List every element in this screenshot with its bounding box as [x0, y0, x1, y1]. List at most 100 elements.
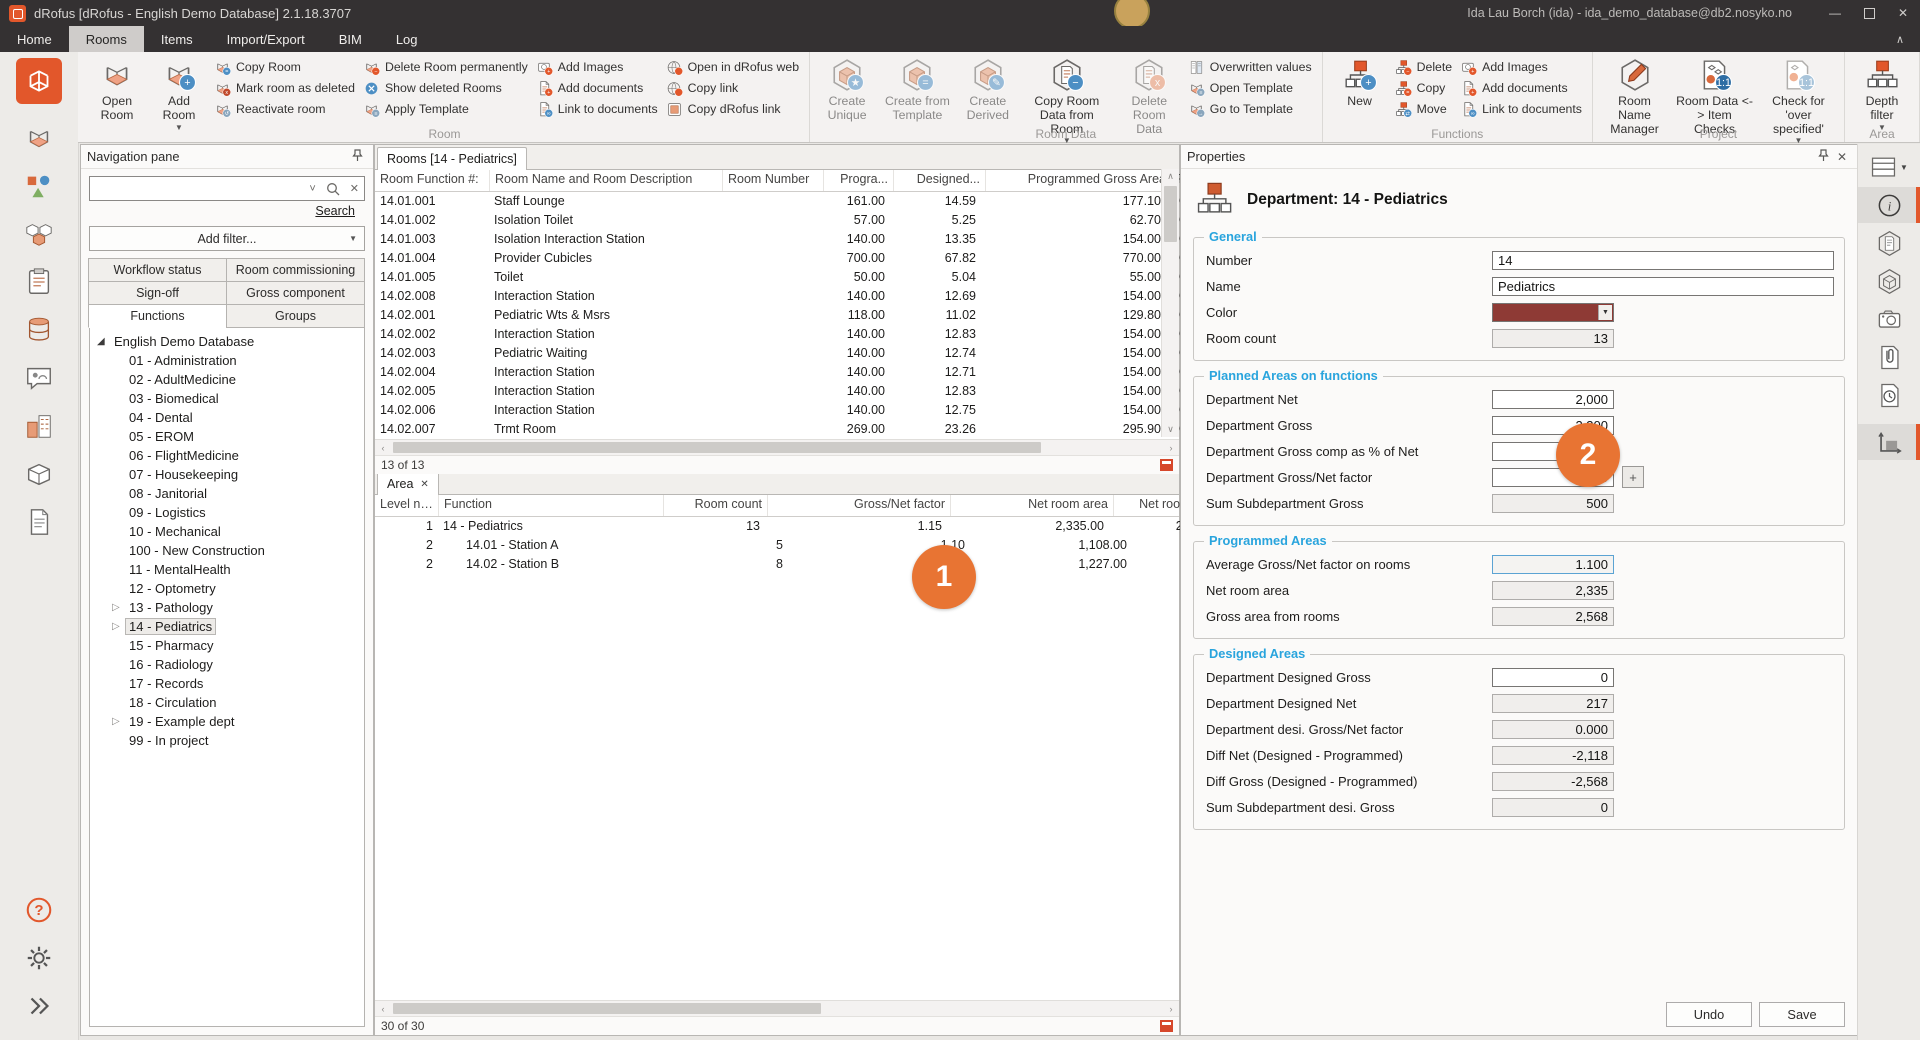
- create-unique-button[interactable]: ★Create Unique: [817, 55, 877, 126]
- table-row[interactable]: 14.02.002Interaction Station140.0012.831…: [375, 325, 1179, 344]
- panel-icon-info[interactable]: i: [1858, 187, 1920, 223]
- menu-tab-bim[interactable]: BIM: [322, 26, 379, 52]
- filter-tab-groups[interactable]: Groups: [226, 304, 365, 328]
- search-icon[interactable]: [321, 182, 345, 196]
- scroll-right-icon[interactable]: ›: [1163, 443, 1179, 453]
- add-filter-button[interactable]: Add filter...▼: [89, 226, 365, 251]
- module-chat[interactable]: [19, 358, 59, 398]
- module-database[interactable]: [19, 310, 59, 350]
- table-row[interactable]: 214.02 - Station B81.101,227.00110.83: [375, 555, 1179, 574]
- mark-room-as-deleted-button[interactable]: xMark room as deleted: [214, 79, 355, 97]
- filter-tab-functions[interactable]: Functions: [88, 304, 227, 328]
- table-row[interactable]: 14.01.004Provider Cubicles700.0067.82770…: [375, 249, 1179, 268]
- color-picker[interactable]: ▼: [1492, 303, 1614, 322]
- tree-item-01-administration[interactable]: 01 - Administration: [90, 351, 364, 370]
- tree-root[interactable]: ◢English Demo Database: [90, 332, 364, 351]
- tree-item-03-biomedical[interactable]: 03 - Biomedical: [90, 389, 364, 408]
- department-net-field[interactable]: 2,000: [1492, 390, 1614, 409]
- expand-factor-button[interactable]: +: [1622, 466, 1644, 488]
- clear-search-icon[interactable]: ✕: [345, 182, 364, 195]
- depth-filter-button[interactable]: Depth filter▼: [1852, 55, 1912, 135]
- tree-item-16-radiology[interactable]: 16 - Radiology: [90, 655, 364, 674]
- table-row[interactable]: 14.01.003Isolation Interaction Station14…: [375, 230, 1179, 249]
- module-models[interactable]: [19, 214, 59, 254]
- panel-icon-log[interactable]: [1858, 377, 1920, 413]
- scroll-right-icon[interactable]: ›: [1163, 1004, 1179, 1014]
- scroll-up-icon[interactable]: ∧: [1162, 169, 1179, 184]
- name-field[interactable]: Pediatrics: [1492, 277, 1834, 296]
- module-items[interactable]: [19, 166, 59, 206]
- tree-item-12-optometry[interactable]: 12 - Optometry: [90, 579, 364, 598]
- expand-icon[interactable]: ▷: [112, 617, 120, 636]
- tree-item-14-pediatrics[interactable]: ▷14 - Pediatrics: [90, 617, 364, 636]
- column-header[interactable]: Progra...: [824, 170, 894, 191]
- minimize-button[interactable]: —: [1818, 0, 1852, 26]
- panel-icon-images[interactable]: [1858, 301, 1920, 337]
- rooms-hscrollbar[interactable]: ‹ ›: [375, 439, 1179, 455]
- help-button[interactable]: ?: [19, 890, 59, 930]
- reactivate-room-button[interactable]: ↺Reactivate room: [214, 100, 355, 118]
- settings-button[interactable]: [19, 938, 59, 978]
- close-tab-icon[interactable]: ✕: [420, 479, 428, 490]
- save-button[interactable]: Save: [1759, 1002, 1845, 1027]
- table-row[interactable]: 14.02.008Interaction Station140.0012.691…: [375, 287, 1179, 306]
- module-rooms[interactable]: [19, 118, 59, 158]
- filter-tab-workflow-status[interactable]: Workflow status: [88, 258, 227, 282]
- panel-icon-attachments[interactable]: [1858, 339, 1920, 375]
- menu-tab-items[interactable]: Items: [144, 26, 210, 52]
- copy-room-button[interactable]: =Copy Room: [214, 58, 355, 76]
- tree-item-15-pharmacy[interactable]: 15 - Pharmacy: [90, 636, 364, 655]
- area-summary-icon[interactable]: [1160, 1020, 1173, 1032]
- delete-room-permanently-button[interactable]: −Delete Room permanently: [363, 58, 528, 76]
- collapse-icon[interactable]: ◢: [97, 332, 105, 351]
- column-header[interactable]: Room Name and Room Description: [490, 170, 723, 191]
- tab-rooms[interactable]: Rooms [14 - Pediatrics]: [377, 147, 527, 170]
- tree-item-07-housekeeping[interactable]: 07 - Housekeeping: [90, 465, 364, 484]
- open-template-button[interactable]: ≡Open Template: [1188, 79, 1312, 97]
- menu-tab-import-export[interactable]: Import/Export: [210, 26, 322, 52]
- tree-item-19-example-dept[interactable]: ▷19 - Example dept: [90, 712, 364, 731]
- number-field[interactable]: 14: [1492, 251, 1834, 270]
- tree-item-06-flightmedicine[interactable]: 06 - FlightMedicine: [90, 446, 364, 465]
- tree-item-02-adultmedicine[interactable]: 02 - AdultMedicine: [90, 370, 364, 389]
- department-designed-gross-field[interactable]: 0: [1492, 668, 1614, 687]
- rooms-vscrollbar[interactable]: ∧ ∨: [1161, 169, 1179, 437]
- search-link[interactable]: Search: [315, 204, 355, 218]
- tab-area[interactable]: Area✕: [377, 472, 439, 495]
- column-header[interactable]: Programmed Gross Area: [986, 170, 1172, 191]
- column-header[interactable]: Room Function #:: [375, 170, 490, 191]
- menu-tab-log[interactable]: Log: [379, 26, 435, 52]
- table-row[interactable]: 14.02.005Interaction Station140.0012.831…: [375, 382, 1179, 401]
- panel-icon-items-in-room[interactable]: [1858, 263, 1920, 299]
- expand-icon[interactable]: ▷: [112, 598, 120, 617]
- add-images-button[interactable]: +Add Images: [536, 58, 658, 76]
- add-images-button[interactable]: +Add Images: [1460, 58, 1582, 76]
- delete-button[interactable]: −Delete: [1395, 58, 1453, 76]
- panel-icon-panel-layout[interactable]: ▼: [1858, 149, 1920, 185]
- show-deleted-rooms-button[interactable]: Show deleted Rooms: [363, 79, 528, 97]
- scroll-left-icon[interactable]: ‹: [375, 1004, 391, 1014]
- table-row[interactable]: 214.01 - Station A51.101,108.00106.05: [375, 536, 1179, 555]
- tree-item-13-pathology[interactable]: ▷13 - Pathology: [90, 598, 364, 617]
- copy-button[interactable]: =Copy: [1395, 79, 1453, 97]
- chevron-down-icon[interactable]: ▼: [1598, 305, 1612, 320]
- menu-tab-home[interactable]: Home: [0, 26, 69, 52]
- pin-icon[interactable]: [348, 149, 367, 165]
- tree-item-17-records[interactable]: 17 - Records: [90, 674, 364, 693]
- close-panel-icon[interactable]: ✕: [1833, 150, 1851, 164]
- module-documents[interactable]: [19, 502, 59, 542]
- link-to-documents-button[interactable]: ∞Link to documents: [1460, 100, 1582, 118]
- copy-link-button[interactable]: Copy link: [666, 79, 799, 97]
- filter-tab-gross-component[interactable]: Gross component: [226, 281, 365, 305]
- scroll-left-icon[interactable]: ‹: [375, 443, 391, 453]
- close-button[interactable]: ✕: [1886, 0, 1920, 26]
- area-summary-icon[interactable]: [1160, 459, 1173, 471]
- table-row[interactable]: 14.02.006Interaction Station140.0012.751…: [375, 401, 1179, 420]
- tree-item-10-mechanical[interactable]: 10 - Mechanical: [90, 522, 364, 541]
- tree-item-09-logistics[interactable]: 09 - Logistics: [90, 503, 364, 522]
- overwritten-values-button[interactable]: Overwritten values: [1188, 58, 1312, 76]
- column-header[interactable]: Designed...: [894, 170, 986, 191]
- table-row[interactable]: 14.01.001Staff Lounge161.0014.59177.10De…: [375, 192, 1179, 211]
- table-row[interactable]: 114 - Pediatrics131.152,335.00216.88: [375, 517, 1179, 536]
- open-in-drofus-web-button[interactable]: Open in dRofus web: [666, 58, 799, 76]
